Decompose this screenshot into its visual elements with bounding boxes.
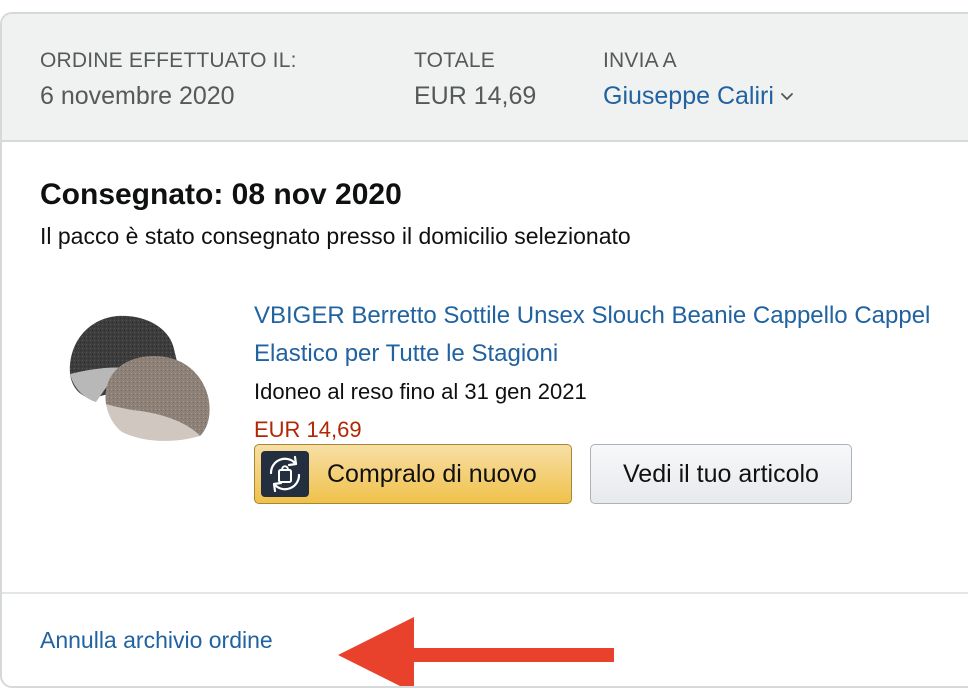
product-title-link[interactable]: VBIGER Berretto Sottile Unsex Slouch Bea… [254,297,968,373]
section-divider [2,592,968,594]
view-item-label[interactable]: Vedi il tuo articolo [591,457,851,491]
order-placed-column: ORDINE EFFETTUATO IL: 6 novembre 2020 [40,48,297,113]
ship-to-dropdown[interactable]: Giuseppe Caliri [603,79,794,113]
product-title-line-1[interactable]: VBIGER Berretto Sottile Unsex Slouch Bea… [254,297,968,335]
delivery-status-subtitle: Il pacco è stato consegnato presso il do… [40,223,631,249]
order-total-label: TOTALE [414,49,495,72]
ship-to-label: INVIA A [603,49,677,72]
product-title-line-2[interactable]: Elastico per Tutte le Stagioni [254,335,968,373]
buy-again-button[interactable]: Compralo di nuovo [254,444,572,504]
delivery-status-title: Consegnato: 08 nov 2020 [40,178,402,211]
buy-again-icon[interactable] [261,451,309,497]
item-price: EUR 14,69 [254,417,362,442]
order-header: ORDINE EFFETTUATO IL: 6 novembre 2020 TO… [2,14,968,142]
order-placed-label: ORDINE EFFETTUATO IL: [40,49,297,72]
unarchive-order-link[interactable]: Annulla archivio ordine [40,624,273,656]
buy-again-label[interactable]: Compralo di nuovo [327,457,537,491]
red-arrow-icon [338,617,614,686]
ship-to-column: INVIA A Giuseppe Caliri [603,48,794,113]
chevron-down-icon[interactable] [780,77,794,111]
return-eligibility-text: Idoneo al reso fino al 31 gen 2021 [254,379,587,404]
order-total-column: TOTALE EUR 14,69 [414,48,536,113]
order-placed-date: 6 novembre 2020 [40,82,235,110]
ship-to-name[interactable]: Giuseppe Caliri [603,82,774,110]
product-image[interactable] [62,304,222,454]
view-item-button[interactable]: Vedi il tuo articolo [590,444,852,504]
order-total-value: EUR 14,69 [414,82,537,110]
order-card: ORDINE EFFETTUATO IL: 6 novembre 2020 TO… [0,12,968,688]
